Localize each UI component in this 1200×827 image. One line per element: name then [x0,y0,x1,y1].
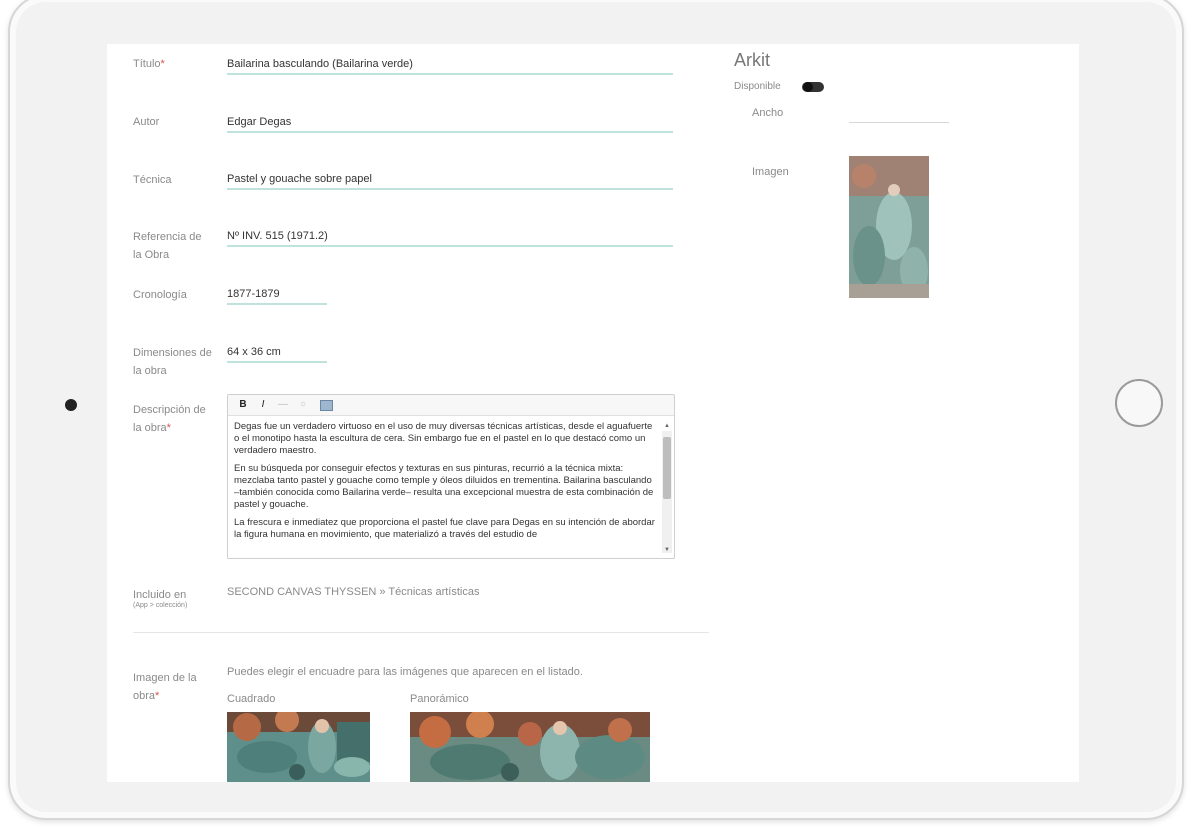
italic-button[interactable]: I [256,398,270,412]
included-sublabel: (App > colección) [133,602,188,609]
reference-field[interactable]: Nº INV. 515 (1971.2) [227,227,673,247]
square-label: Cuadrado [227,693,276,705]
square-thumbnail[interactable] [227,712,370,782]
description-text[interactable]: Degas fue un verdadero virtuoso en el us… [234,421,656,554]
author-label: Autor [133,116,160,128]
width-field[interactable] [849,104,949,123]
available-label: Disponible [734,81,781,92]
author-field[interactable]: Edgar Degas [227,113,673,133]
scroll-thumb[interactable] [663,437,671,499]
required-mark: * [160,58,165,70]
toggle-knob [803,82,813,92]
description-paragraph: La frescura e inmediatez que proporciona… [234,517,655,540]
width-label: Ancho [752,107,784,119]
description-editor[interactable]: B I — ○ Degas fue un verdadero virtuoso … [227,394,675,559]
section-divider [133,632,709,633]
description-paragraph: En su búsqueda por conseguir efectos y t… [234,463,654,510]
image-icon[interactable] [320,399,333,411]
panoramic-painting-image [410,712,650,782]
technique-field[interactable]: Pastel y gouache sobre papel [227,170,673,190]
chronology-label: Cronología [133,289,187,301]
image-label: Imagen de la obra* [133,669,213,705]
technique-label: Técnica [133,174,172,186]
arkit-image-thumbnail[interactable] [849,156,929,298]
camera-dot [65,399,77,411]
panoramic-label: Panorámico [410,693,469,705]
dimensions-field[interactable]: 64 x 36 cm [227,343,327,363]
scroll-down-icon[interactable]: ▼ [663,547,671,553]
panoramic-thumbnail[interactable] [410,712,650,782]
required-mark: * [155,690,160,702]
title-field[interactable]: Bailarina basculando (Bailarina verde) [227,55,673,75]
required-mark: * [166,422,171,434]
arkit-title: Arkit [734,50,770,70]
screen: Título* Bailarina basculando (Bailarina … [107,44,1079,782]
available-toggle[interactable] [802,82,824,92]
chronology-field[interactable]: 1877-1879 [227,285,327,305]
square-painting-image [227,712,370,782]
arkit-painting-image [849,156,929,298]
scroll-up-icon[interactable]: ▲ [663,423,671,429]
home-button[interactable] [1115,379,1163,427]
description-paragraph: Degas fue un verdadero virtuoso en el us… [234,421,653,456]
reference-label: Referencia de la Obra [133,231,202,261]
title-label: Título* [133,55,165,73]
description-label: Descripción de la obra* [133,401,213,437]
unlink-button[interactable]: ○ [296,398,310,412]
image-hint: Puedes elegir el encuadre para las imáge… [227,666,583,678]
included-value: SECOND CANVAS THYSSEN » Técnicas artísti… [227,586,480,598]
image-label-text: Imagen de la obra [133,672,197,702]
bold-button[interactable]: B [236,398,250,412]
link-button[interactable]: — [276,398,290,412]
editor-toolbar: B I — ○ [228,395,674,416]
dimensions-label: Dimensiones de la obra [133,347,212,377]
arkit-image-label: Imagen [752,166,789,178]
title-label-text: Título [133,58,161,70]
